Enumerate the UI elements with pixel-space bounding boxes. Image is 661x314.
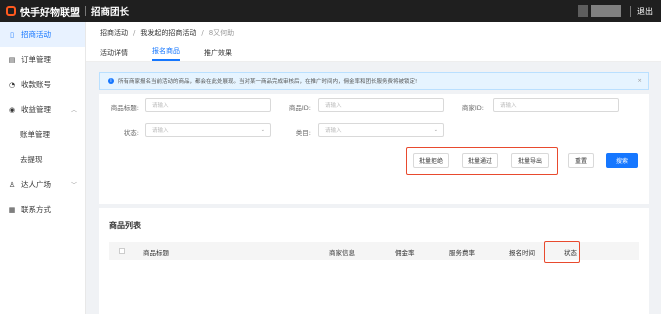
- status-select[interactable]: 请输入 ⌄: [145, 123, 271, 137]
- kuaishou-logo-icon: [6, 6, 16, 16]
- breadcrumb-item[interactable]: 我发起的招商活动: [140, 28, 196, 38]
- column-header: 服务费率: [449, 249, 475, 257]
- divider: [85, 6, 86, 16]
- breadcrumb-current: 8又何助: [208, 29, 235, 37]
- sidebar-item-label: 订单管理: [21, 55, 51, 64]
- column-header: 报名时间: [509, 249, 535, 257]
- info-alert: i 所有商家报名当前活动的商品，都会在此处展现。当对某一商品完成审核后，在推广时…: [99, 72, 649, 90]
- select-all-checkbox[interactable]: [119, 248, 125, 254]
- merchant-id-label: 商家ID:: [461, 104, 484, 112]
- sidebar-item-label: 达人广场: [21, 180, 51, 189]
- product-id-input[interactable]: 请输入: [318, 98, 444, 112]
- sidebar-item-account[interactable]: ◔ 收款账号: [0, 72, 85, 97]
- batch-export-button[interactable]: 批量导出: [511, 153, 549, 168]
- info-icon: i: [108, 78, 114, 84]
- user-info[interactable]: [578, 5, 621, 17]
- top-bar: 快手好物联盟 招商团长 退出: [0, 0, 661, 22]
- sidebar-item-orders[interactable]: ▤ 订单管理: [0, 47, 85, 72]
- avatar: [578, 5, 588, 17]
- tab-promotion-effect[interactable]: 推广效果: [204, 48, 232, 61]
- column-header: 佣金率: [395, 249, 415, 257]
- status-label: 状态:: [123, 129, 139, 137]
- doc-icon: ▯: [10, 30, 14, 39]
- breadcrumb-separator: /: [133, 29, 136, 37]
- sidebar-item-withdraw[interactable]: 去提现: [0, 147, 85, 172]
- category-select[interactable]: 请输入 ⌄: [318, 123, 444, 137]
- income-icon: ◉: [8, 105, 16, 114]
- batch-approve-button[interactable]: 批量通过: [462, 153, 498, 168]
- tab-bar: 活动详情 报名商品 推广效果: [86, 44, 661, 62]
- logout-link[interactable]: 退出: [630, 6, 653, 17]
- alert-text: 所有商家报名当前活动的商品，都会在此处展现。当对某一商品完成审核后，在推广时间内…: [118, 79, 418, 85]
- brand-name: 快手好物联盟: [20, 7, 80, 19]
- placeholder: 请输入: [325, 103, 342, 109]
- column-header: 商家信息: [329, 249, 355, 257]
- list-title: 商品列表: [109, 221, 141, 230]
- breadcrumb-item[interactable]: 招商活动: [100, 28, 128, 38]
- chevron-down-icon: ﹀: [70, 182, 77, 189]
- chevron-up-icon: ︿: [70, 107, 77, 114]
- placeholder: 请输入: [152, 128, 169, 134]
- breadcrumb: 招商活动 / 我发起的招商活动 / 8又何助: [86, 22, 661, 44]
- placeholder: 请输入: [500, 103, 517, 109]
- category-label: 类目:: [295, 129, 311, 137]
- merchant-id-input[interactable]: 请输入: [493, 98, 619, 112]
- close-icon[interactable]: ×: [637, 78, 642, 84]
- logo[interactable]: 快手好物联盟: [6, 4, 80, 19]
- reset-button[interactable]: 重置: [568, 153, 594, 168]
- filter-panel: 商品标题: 请输入 商品ID: 请输入 商家ID: 请输入 状态: 请输入 ⌄ 类…: [99, 94, 649, 204]
- sidebar: ▯ 招商活动 ▤ 订单管理 ◔ 收款账号 ◉ 收益管理 ︿ 账单管理 去提现 ♙…: [0, 22, 86, 314]
- sidebar-item-label: 招商活动: [21, 30, 51, 39]
- sidebar-item-label: 去提现: [20, 155, 43, 164]
- sidebar-item-label: 账单管理: [20, 130, 50, 139]
- product-list-card: 商品列表 商品标题 商家信息 佣金率 服务费率 报名时间 状态: [99, 208, 649, 314]
- batch-reject-button[interactable]: 批量拒绝: [413, 153, 449, 168]
- user-name-blurred: [591, 5, 621, 17]
- chevron-down-icon: ⌄: [260, 127, 265, 133]
- search-button[interactable]: 搜索: [606, 153, 638, 168]
- sidebar-item-contact[interactable]: ▦ 联系方式: [0, 197, 85, 222]
- sidebar-item-label: 联系方式: [21, 205, 51, 214]
- tab-registered-products[interactable]: 报名商品: [152, 46, 180, 61]
- tab-activity-detail[interactable]: 活动详情: [100, 48, 128, 61]
- title-input[interactable]: 请输入: [145, 98, 271, 112]
- user-icon: ♙: [8, 180, 16, 189]
- sidebar-item-bills[interactable]: 账单管理: [0, 122, 85, 147]
- sidebar-item-income[interactable]: ◉ 收益管理 ︿: [0, 97, 85, 122]
- wallet-icon: ◔: [8, 80, 16, 89]
- breadcrumb-separator: /: [201, 29, 204, 37]
- main-content: 招商活动 / 我发起的招商活动 / 8又何助 活动详情 报名商品 推广效果 i …: [86, 22, 661, 314]
- chevron-down-icon: ⌄: [433, 127, 438, 133]
- app-subtitle: 招商团长: [91, 7, 130, 18]
- sidebar-item-label: 收益管理: [21, 105, 51, 114]
- product-id-label: 商品ID:: [288, 104, 311, 112]
- column-header: 商品标题: [143, 249, 169, 257]
- placeholder: 请输入: [152, 103, 169, 109]
- sidebar-item-recruit[interactable]: ▯ 招商活动: [0, 22, 85, 47]
- grid-icon: ▦: [8, 205, 16, 214]
- highlight-box: [544, 241, 580, 263]
- sidebar-item-creators[interactable]: ♙ 达人广场 ﹀: [0, 172, 85, 197]
- title-label: 商品标题:: [110, 104, 139, 112]
- sidebar-item-label: 收款账号: [21, 80, 51, 89]
- placeholder: 请输入: [325, 128, 342, 134]
- order-icon: ▤: [8, 55, 16, 64]
